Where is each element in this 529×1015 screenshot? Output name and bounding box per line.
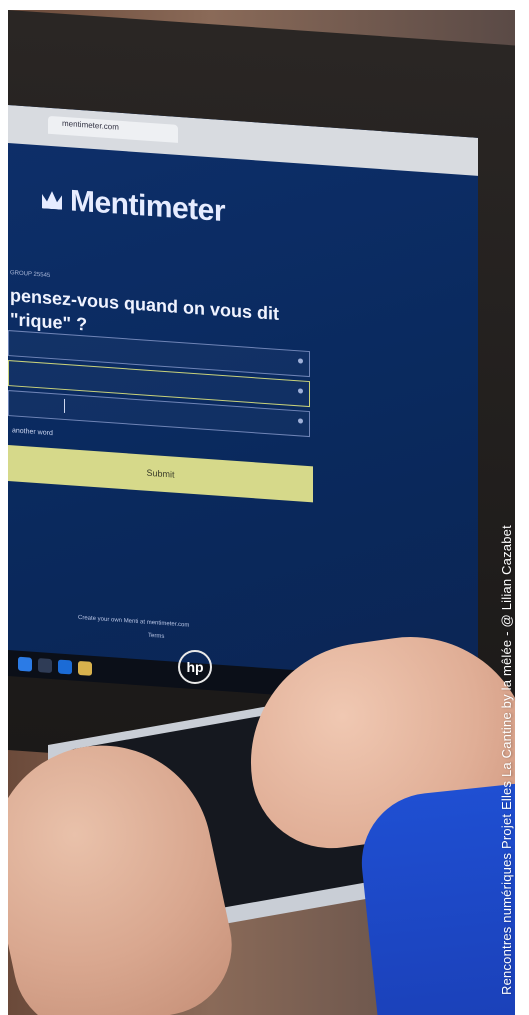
laptop-screen: mentimeter.com Mentimeter GROUP 25545 pe…	[8, 105, 478, 698]
footer-create-text: Create your own Menti at mentimeter.com	[78, 614, 190, 629]
mentimeter-logo-icon	[42, 190, 62, 209]
folder-icon	[78, 660, 92, 676]
photo: mentimeter.com Mentimeter GROUP 25545 pe…	[8, 10, 515, 1015]
footer-terms: Terms	[148, 632, 165, 640]
app-name: Mentimeter	[70, 184, 226, 229]
photo-credit: Rencontres numériques Projet Elles La Ca…	[499, 525, 514, 995]
question-tag: GROUP 25545	[10, 270, 51, 279]
mentimeter-logo: Mentimeter	[42, 182, 225, 229]
submit-button: Submit	[8, 445, 313, 503]
chevron-down-icon	[298, 388, 303, 394]
blue-sleeve	[354, 780, 515, 1015]
text-cursor	[64, 398, 65, 413]
chevron-down-icon	[298, 418, 303, 424]
search-icon	[38, 658, 52, 674]
browser-tab-label: mentimeter.com	[62, 118, 119, 132]
browser-tab: mentimeter.com	[48, 115, 178, 143]
chevron-down-icon	[298, 358, 303, 364]
edge-icon	[58, 659, 72, 675]
windows-icon	[18, 656, 32, 672]
add-another-link: another word	[12, 427, 53, 438]
hp-logo: hp	[178, 650, 212, 684]
